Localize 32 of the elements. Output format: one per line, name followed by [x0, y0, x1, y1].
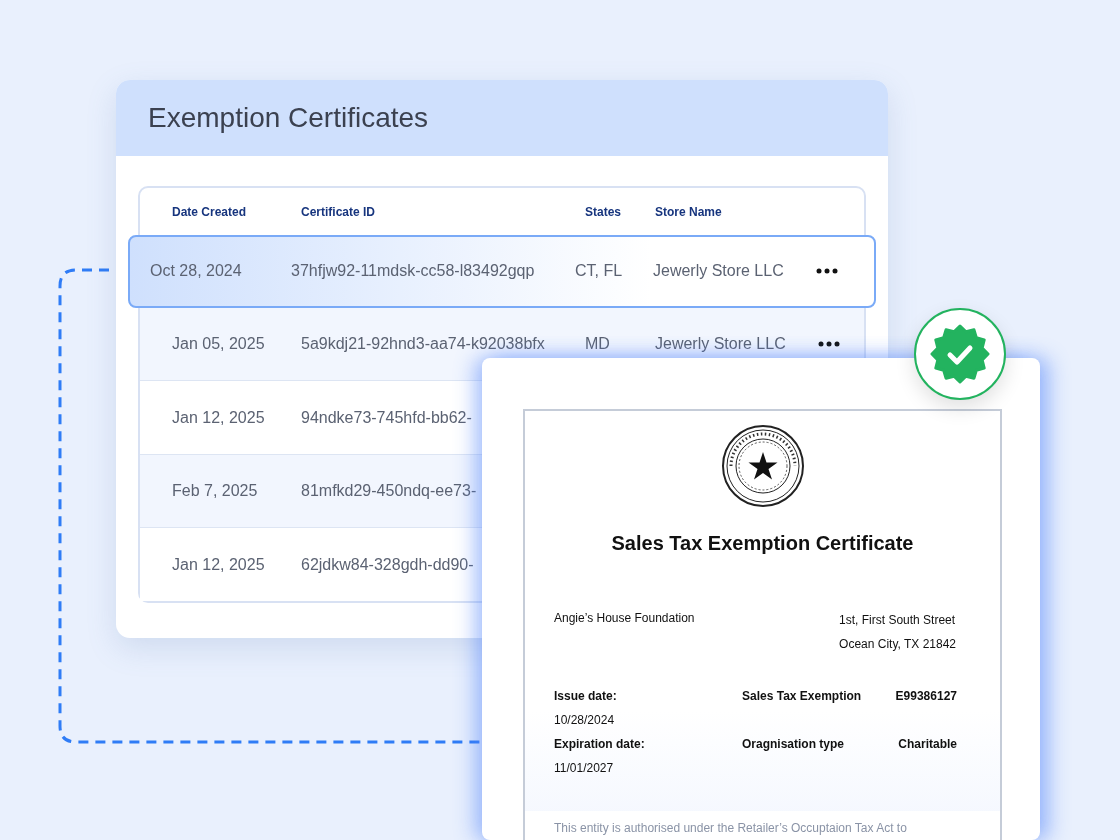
table-cell-text: Feb 7, 2025 [172, 482, 259, 501]
column-header: Certificate ID [301, 204, 377, 219]
table-cell-text: Jan 05, 2025 [172, 335, 266, 353]
table-cell-text: Jewerly Store LLC [655, 335, 787, 353]
column-header: Date Created [172, 204, 248, 219]
address-line: Ocean City, TX 21842 [839, 637, 956, 651]
field-label: Expiration date: [554, 737, 646, 751]
column-header: States [585, 204, 623, 219]
document-note: This entity is authorised under the Retailer’s Occuptaion Tax Act to [553, 821, 908, 835]
table-cell-text: 81mfkd29-450ndq-ee73- [301, 482, 478, 501]
table-cell-text: CT, FL [575, 262, 624, 281]
field-value: 10/28/2024 [554, 713, 616, 727]
column-header: Store Name [655, 204, 723, 219]
table-cell-text: Jan 12, 2025 [172, 555, 266, 574]
document-title: Sales Tax Exemption Certificate [611, 532, 914, 555]
table-cell-text: 5a9kdj21-92hnd3-aa74-k92038bfx [301, 335, 546, 353]
field-label: Sales Tax Exemption [742, 689, 863, 703]
panel-title: Exemption Certificates [148, 102, 429, 134]
field-value: E99386127 [895, 689, 957, 703]
table-cell-text: 94ndke73-745hfd-bb62- [301, 408, 473, 427]
organisation-name: Angie’s House Foundation [554, 611, 695, 627]
field-label: Issue date: [554, 689, 618, 703]
field-value: 11/01/2027 [554, 761, 615, 775]
field-value: Charitable [898, 737, 957, 751]
table-cell-text: Oct 28, 2024 [150, 262, 243, 281]
table-cell-text: Jewerly Store LLC [653, 262, 785, 281]
table-cell-text: MD [585, 335, 611, 353]
table-cell-text: 62jdkw84-328gdh-dd90- [301, 555, 475, 574]
table-cell-text: 37hfjw92-11mdsk-cc58-l83492gqp [291, 262, 536, 281]
address-line: 1st, First South Street [839, 613, 956, 627]
field-label: Oragnisation type [742, 737, 846, 751]
table-cell-text: Jan 12, 2025 [172, 408, 266, 427]
